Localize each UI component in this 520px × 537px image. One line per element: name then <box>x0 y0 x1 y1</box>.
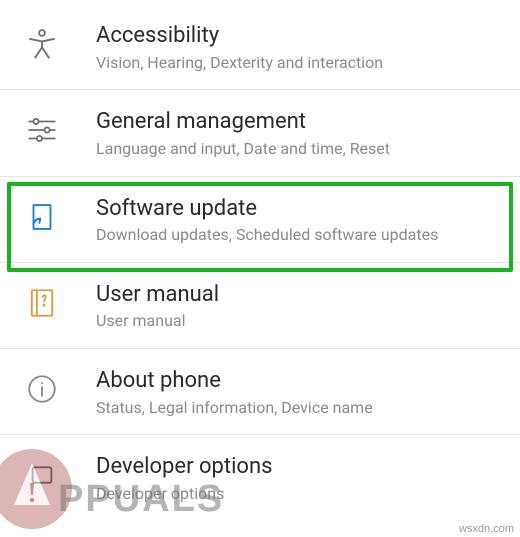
info-icon <box>22 369 62 409</box>
settings-item-developer-options[interactable]: Developer options Developer options <box>0 435 520 520</box>
settings-item-text: About phone Status, Legal information, D… <box>96 365 502 418</box>
credit-text: wsxdn.com <box>459 523 514 535</box>
settings-item-title: Accessibility <box>96 22 502 50</box>
update-icon <box>22 197 62 237</box>
settings-item-about-phone[interactable]: About phone Status, Legal information, D… <box>0 349 520 435</box>
settings-item-sub: Vision, Hearing, Dexterity and interacti… <box>96 53 502 74</box>
settings-item-user-manual[interactable]: User manual User manual <box>0 263 520 349</box>
developer-icon <box>22 455 62 495</box>
settings-list: Accessibility Vision, Hearing, Dexterity… <box>0 0 520 521</box>
settings-item-sub: User manual <box>96 311 502 332</box>
settings-item-title: Developer options <box>96 453 502 481</box>
settings-item-sub: Download updates, Scheduled software upd… <box>96 225 502 246</box>
settings-item-title: About phone <box>96 367 502 395</box>
settings-item-text: Developer options Developer options <box>96 451 502 504</box>
settings-item-text: Accessibility Vision, Hearing, Dexterity… <box>96 20 502 73</box>
settings-item-text: Software update Download updates, Schedu… <box>96 193 502 246</box>
manual-icon <box>22 283 62 323</box>
settings-item-software-update[interactable]: Software update Download updates, Schedu… <box>0 177 520 263</box>
settings-item-accessibility[interactable]: Accessibility Vision, Hearing, Dexterity… <box>0 4 520 90</box>
sliders-icon <box>22 110 62 150</box>
settings-item-title: General management <box>96 108 502 136</box>
settings-item-title: User manual <box>96 281 502 309</box>
settings-item-sub: Developer options <box>96 484 502 505</box>
settings-item-general-management[interactable]: General management Language and input, D… <box>0 90 520 176</box>
settings-item-text: General management Language and input, D… <box>96 106 502 159</box>
settings-item-title: Software update <box>96 195 502 223</box>
settings-item-sub: Language and input, Date and time, Reset <box>96 139 502 160</box>
accessibility-icon <box>22 24 62 64</box>
settings-item-text: User manual User manual <box>96 279 502 332</box>
settings-item-sub: Status, Legal information, Device name <box>96 398 502 419</box>
